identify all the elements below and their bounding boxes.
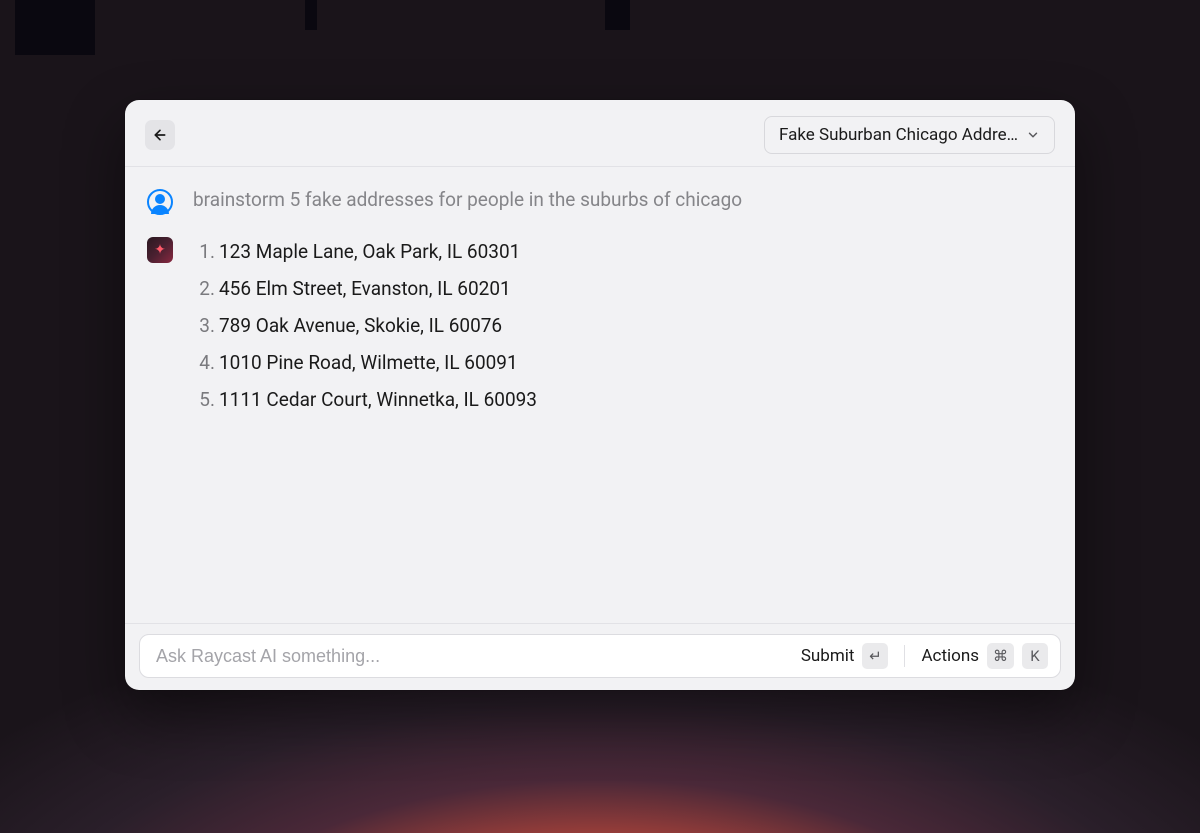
list-item: 1010 Pine Road, Wilmette, IL 60091	[193, 344, 537, 381]
arrow-left-icon	[152, 127, 168, 143]
enter-key-icon: ↵	[862, 643, 888, 669]
bg-decor	[305, 0, 317, 30]
list-item: 1111 Cedar Court, Winnetka, IL 60093	[193, 381, 537, 418]
chat-title-dropdown[interactable]: Fake Suburban Chicago Addre…	[764, 116, 1055, 154]
list-item: 123 Maple Lane, Oak Park, IL 60301	[193, 233, 537, 270]
list-item: 789 Oak Avenue, Skokie, IL 60076	[193, 307, 537, 344]
ai-message-row: ✦ 123 Maple Lane, Oak Park, IL 60301 456…	[147, 233, 1053, 418]
dropdown-label: Fake Suburban Chicago Addre…	[779, 125, 1018, 145]
footer: Submit ↵ Actions ⌘ K	[125, 623, 1075, 690]
actions-label: Actions	[921, 646, 979, 666]
submit-button[interactable]: Submit ↵	[801, 643, 889, 669]
bg-decor	[605, 0, 630, 30]
sparkle-icon: ✦	[154, 242, 166, 258]
ai-response-list: 123 Maple Lane, Oak Park, IL 60301 456 E…	[193, 233, 537, 418]
header-bar: Fake Suburban Chicago Addre…	[125, 100, 1075, 166]
vertical-separator	[904, 645, 905, 667]
command-key-icon: ⌘	[987, 643, 1014, 669]
conversation-content: brainstorm 5 fake addresses for people i…	[125, 167, 1075, 623]
actions-button[interactable]: Actions ⌘ K	[921, 643, 1048, 669]
prompt-input[interactable]	[156, 646, 791, 667]
list-item: 456 Elm Street, Evanston, IL 60201	[193, 270, 537, 307]
input-bar: Submit ↵ Actions ⌘ K	[139, 634, 1061, 678]
chevron-down-icon	[1026, 128, 1040, 142]
user-message-row: brainstorm 5 fake addresses for people i…	[147, 187, 1053, 215]
k-key-icon: K	[1022, 643, 1048, 669]
submit-label: Submit	[801, 646, 855, 666]
raycast-ai-icon: ✦	[147, 237, 173, 263]
back-button[interactable]	[145, 120, 175, 150]
user-prompt-text: brainstorm 5 fake addresses for people i…	[193, 187, 742, 214]
user-avatar-icon	[147, 189, 173, 215]
raycast-window: Fake Suburban Chicago Addre… brainstorm …	[125, 100, 1075, 690]
bg-decor	[15, 0, 95, 55]
